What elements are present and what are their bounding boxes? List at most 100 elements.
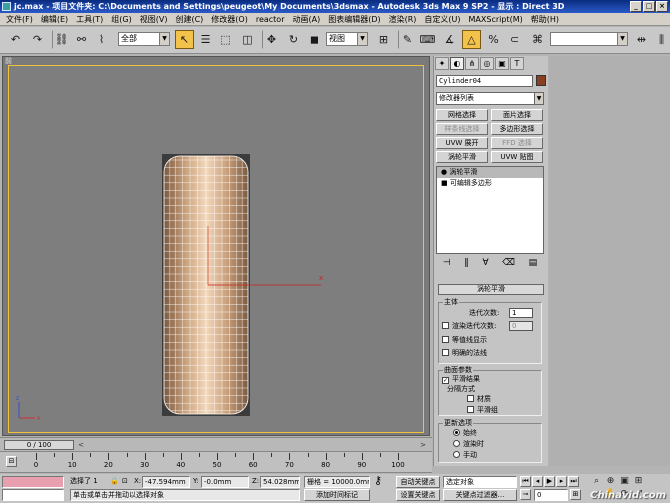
named-selection-sets-dropdown[interactable]: ▼ bbox=[550, 32, 628, 46]
pin-stack-icon[interactable]: ⊣ bbox=[443, 258, 451, 268]
motion-tab-icon[interactable]: ◎ bbox=[480, 57, 494, 70]
render-iters-checkbox[interactable]: 渲染迭代次数: bbox=[442, 322, 496, 331]
close-button[interactable]: × bbox=[656, 1, 668, 12]
menu-group[interactable]: 组(G) bbox=[107, 13, 135, 26]
configure-sets-icon[interactable]: ▤ bbox=[529, 258, 538, 268]
go-to-end-icon[interactable]: ⏭ bbox=[568, 476, 579, 487]
redo-icon[interactable]: ↷ bbox=[28, 30, 47, 49]
percent-snap-icon[interactable]: % bbox=[484, 30, 503, 49]
menu-create[interactable]: 创建(C) bbox=[171, 13, 207, 26]
play-icon[interactable]: ▶ bbox=[544, 476, 555, 487]
window-crossing-icon[interactable]: ◫ bbox=[238, 30, 257, 49]
key-icon[interactable]: ⚷ bbox=[374, 475, 382, 486]
show-end-result-icon[interactable]: ‖ bbox=[464, 258, 469, 268]
uvw-map-button[interactable]: UVW 贴图 bbox=[491, 151, 543, 163]
select-manipulate-icon[interactable]: ✎ bbox=[398, 30, 417, 49]
render-iters-spinner[interactable]: 0 bbox=[509, 321, 533, 331]
menu-maxscript[interactable]: MAXScript(M) bbox=[465, 13, 527, 26]
next-frame-icon[interactable]: ▸ bbox=[556, 476, 567, 487]
set-key-button[interactable]: 设置关键点 bbox=[396, 489, 440, 501]
maxscript-listener-field[interactable] bbox=[2, 476, 64, 488]
ffd-select-button[interactable]: FFD 选择 bbox=[491, 137, 543, 149]
time-config-icon[interactable]: ⊞ bbox=[570, 489, 581, 500]
front-viewport[interactable]: x x z bbox=[8, 65, 424, 433]
key-filters-button[interactable]: 关键点过滤器... bbox=[443, 489, 517, 501]
expand-icon[interactable]: ■ bbox=[441, 179, 448, 187]
reference-coord-dropdown[interactable]: 视图 ▼ bbox=[326, 32, 368, 46]
uvw-unwrap-button[interactable]: UVW 展开 bbox=[436, 137, 488, 149]
create-tab-icon[interactable]: ✦ bbox=[435, 57, 449, 70]
turbosmooth-button[interactable]: 涡轮平滑 bbox=[436, 151, 488, 163]
undo-icon[interactable]: ↶ bbox=[6, 30, 25, 49]
pivot-center-icon[interactable]: ⊞ bbox=[374, 30, 393, 49]
smoothing-groups-checkbox[interactable]: 平滑组 bbox=[467, 406, 498, 415]
explicit-normals-checkbox[interactable]: 明确的法线 bbox=[442, 349, 487, 358]
next-frame-arrow[interactable]: > bbox=[418, 440, 428, 450]
go-to-start-icon[interactable]: ⏮ bbox=[520, 476, 531, 487]
maximize-button[interactable]: □ bbox=[643, 1, 655, 12]
selection-filter-dropdown[interactable]: 全部 ▼ bbox=[118, 32, 170, 46]
object-color-swatch[interactable] bbox=[536, 75, 546, 86]
zoom-extents-all-icon[interactable]: ⊞ bbox=[632, 475, 645, 488]
bind-space-warp-icon[interactable]: ⌇ bbox=[92, 30, 111, 49]
materials-checkbox[interactable]: 材质 bbox=[467, 395, 491, 404]
rect-selection-icon[interactable]: ⬚ bbox=[216, 30, 235, 49]
absolute-mode-icon[interactable]: ⊡ bbox=[122, 476, 128, 486]
stack-item-editable-poly[interactable]: ■ 可编辑多边形 bbox=[437, 178, 543, 189]
menu-modifiers[interactable]: 修改器(O) bbox=[207, 13, 252, 26]
selection-set-dropdown[interactable]: 选定对象 bbox=[443, 476, 517, 488]
patch-select-button[interactable]: 面片选择 bbox=[491, 109, 543, 121]
key-mode-icon[interactable]: ⊸ bbox=[520, 489, 531, 500]
y-coord-field[interactable]: -0.0mm bbox=[201, 476, 249, 488]
track-bar[interactable]: ⊟ 0 10 20 30 40 50 60 70 80 90 100 bbox=[0, 451, 432, 473]
modifier-list-dropdown[interactable]: 修改器列表 ▼ bbox=[436, 92, 544, 105]
snap-3d-icon[interactable]: ∡ bbox=[440, 30, 459, 49]
when-rendering-radio[interactable]: 渲染时 bbox=[453, 440, 484, 449]
select-by-name-icon[interactable]: ☰ bbox=[196, 30, 215, 49]
move-icon[interactable]: ✥ bbox=[262, 30, 281, 49]
zoom-extents-icon[interactable]: ▣ bbox=[618, 475, 631, 488]
menu-animation[interactable]: 动画(A) bbox=[288, 13, 324, 26]
manually-radio[interactable]: 手动 bbox=[453, 451, 477, 460]
make-unique-icon[interactable]: ∀ bbox=[482, 258, 488, 268]
scale-icon[interactable]: ◼ bbox=[305, 30, 324, 49]
menu-graph-editors[interactable]: 图表编辑器(D) bbox=[324, 13, 384, 26]
spline-select-button[interactable]: 样条线选择 bbox=[436, 123, 488, 135]
add-time-tag-button[interactable]: 添加时间标记 bbox=[304, 489, 370, 501]
select-object-icon[interactable]: ↖ bbox=[175, 30, 194, 49]
previous-frame-icon[interactable]: ◂ bbox=[532, 476, 543, 487]
angle-snap-icon[interactable]: △ bbox=[462, 30, 481, 49]
keyboard-shortcut-icon[interactable]: ⌨ bbox=[418, 30, 437, 49]
named-selection-icon[interactable]: ⌘ bbox=[528, 30, 547, 49]
smooth-result-checkbox[interactable]: ✓ 平滑结果 bbox=[442, 375, 480, 384]
always-radio[interactable]: 始终 bbox=[453, 429, 477, 438]
turbosmooth-rollout-header[interactable]: 涡轮平滑 bbox=[438, 284, 544, 295]
menu-customize[interactable]: 自定义(U) bbox=[420, 13, 464, 26]
auto-key-button[interactable]: 自动关键点 bbox=[396, 476, 440, 488]
remove-modifier-icon[interactable]: ⌫ bbox=[502, 258, 515, 268]
menu-edit[interactable]: 编辑(E) bbox=[37, 13, 72, 26]
mesh-select-button[interactable]: 网格选择 bbox=[436, 109, 488, 121]
lock-icon[interactable]: 🔒 bbox=[110, 476, 119, 486]
iterations-spinner[interactable]: 1 bbox=[509, 308, 533, 318]
minimize-button[interactable]: _ bbox=[630, 1, 642, 12]
bulb-icon[interactable]: ● bbox=[441, 168, 447, 176]
menu-file[interactable]: 文件(F) bbox=[2, 13, 37, 26]
poly-select-button[interactable]: 多边形选择 bbox=[491, 123, 543, 135]
menu-views[interactable]: 视图(V) bbox=[136, 13, 172, 26]
menu-reactor[interactable]: reactor bbox=[252, 13, 289, 26]
time-slider[interactable]: 0 / 100 bbox=[4, 440, 74, 450]
current-frame-field[interactable]: 0 bbox=[534, 489, 568, 501]
maxscript-output-field[interactable] bbox=[2, 489, 64, 501]
object-name-field[interactable]: Cylinder04 bbox=[436, 75, 533, 87]
stack-item-turbosmooth[interactable]: ● 涡轮平滑 bbox=[437, 167, 543, 178]
hierarchy-tab-icon[interactable]: ⋔ bbox=[465, 57, 479, 70]
menu-help[interactable]: 帮助(H) bbox=[527, 13, 563, 26]
z-coord-field[interactable]: 54.028mm bbox=[260, 476, 300, 488]
menu-tools[interactable]: 工具(T) bbox=[72, 13, 107, 26]
spinner-snap-icon[interactable]: ⊂ bbox=[505, 30, 524, 49]
mirror-icon[interactable]: ⇹ bbox=[632, 30, 651, 49]
utilities-tab-icon[interactable]: T bbox=[510, 57, 524, 70]
modify-tab-icon[interactable]: ◐ bbox=[450, 57, 464, 70]
x-coord-field[interactable]: -47.594mm bbox=[142, 476, 190, 488]
